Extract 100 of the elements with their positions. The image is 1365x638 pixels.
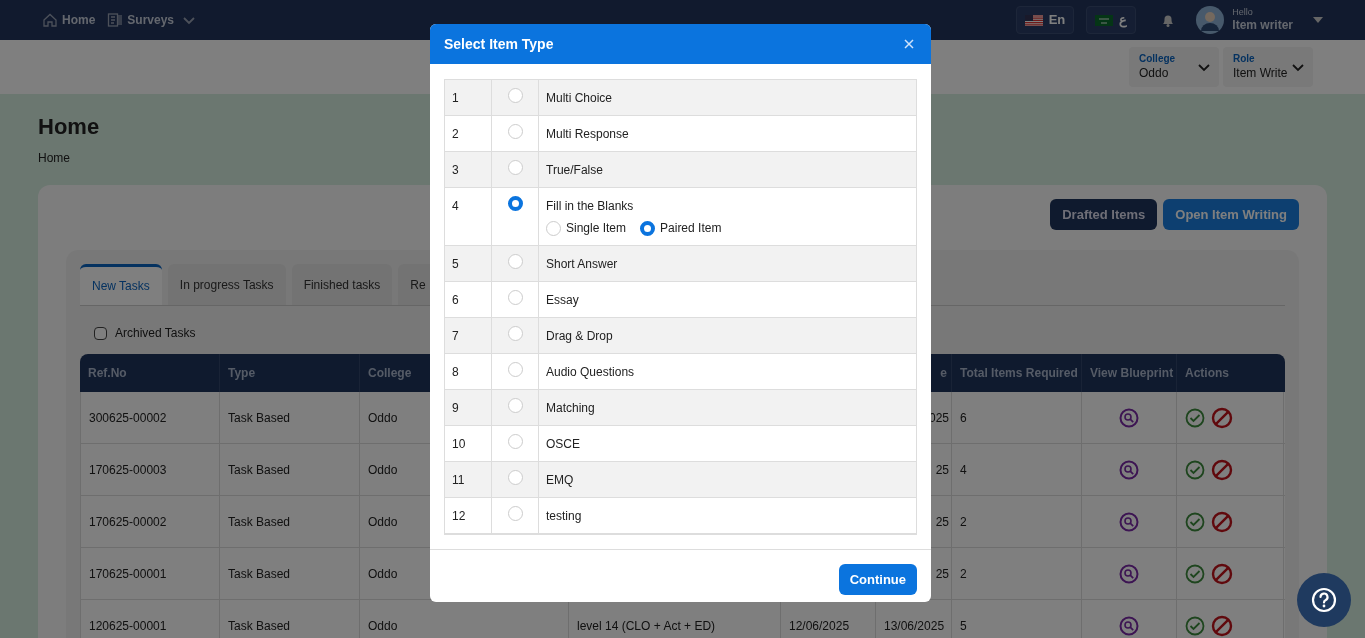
radio-button[interactable] — [640, 220, 656, 236]
search-icon — [1119, 511, 1139, 532]
field-value: Item Write — [1233, 65, 1288, 81]
table-cell-text: 120625-00001 — [89, 617, 167, 635]
radio-button[interactable] — [507, 362, 523, 377]
radio-button[interactable] — [507, 254, 523, 269]
avatar-icon — [1196, 6, 1225, 34]
page-title: Home — [38, 113, 100, 141]
option-label: Audio Questions — [546, 364, 635, 381]
column-header: Actions — [1185, 365, 1229, 382]
option-label: True/False — [546, 162, 603, 179]
option-label: EMQ — [546, 472, 574, 489]
check-circle-icon — [1185, 407, 1205, 428]
action-button[interactable]: Open Item Writing — [1163, 199, 1299, 230]
row-number: 8 — [452, 365, 459, 379]
table-cell-text: 4 — [960, 461, 967, 479]
radio-button[interactable] — [507, 290, 523, 305]
column-header: Type — [228, 365, 256, 382]
row-number: 2 — [452, 127, 459, 141]
nav-link[interactable]: Surveys — [107, 11, 197, 29]
caret-down-icon — [1313, 17, 1323, 23]
option-label: Multi Response — [546, 126, 629, 143]
table-cell-text: level 14 (CLO + Act + ED) — [577, 617, 716, 635]
checkbox[interactable] — [94, 326, 107, 340]
radio-button[interactable] — [507, 470, 523, 485]
help-button[interactable] — [1297, 573, 1351, 627]
table-cell-text: 2 — [960, 565, 967, 583]
check-circle-icon — [1185, 511, 1205, 532]
option-label: Short Answer — [546, 256, 618, 273]
table-cell-text: 5 — [960, 617, 967, 635]
table-cell-text: 25 — [935, 461, 949, 479]
table-cell-text: 13/06/2025 — [884, 617, 945, 635]
action-button[interactable]: Drafted Items — [1050, 199, 1158, 230]
radio-button[interactable] — [507, 88, 523, 103]
help-icon — [1311, 587, 1337, 613]
table-cell-text: Task Based — [228, 409, 291, 427]
tab[interactable]: Finished tasks — [291, 264, 393, 305]
option-label: Drag & Drop — [546, 328, 613, 345]
row-number: 1 — [452, 91, 459, 105]
column-header: College — [368, 365, 412, 382]
table-cell-text: Task Based — [228, 565, 291, 583]
nav-link[interactable]: Home — [42, 11, 96, 29]
row-number: 4 — [452, 199, 459, 213]
us-flag-icon — [1024, 14, 1043, 26]
ban-icon — [1211, 614, 1233, 637]
radio-button[interactable] — [507, 196, 523, 211]
table-cell-text: 170625-00001 — [89, 565, 167, 583]
row-number: 9 — [452, 401, 459, 415]
chevron-down-icon — [1197, 61, 1211, 73]
checkbox-label: Archived Tasks — [115, 325, 196, 342]
table-cell-text: Oddo — [368, 409, 398, 427]
table-cell-text: 6 — [960, 409, 967, 427]
table-cell-text: Task Based — [228, 617, 291, 635]
row-number: 3 — [452, 163, 459, 177]
user-name[interactable]: Item writer — [1232, 18, 1293, 34]
table-cell-text: Oddo — [368, 617, 398, 635]
check-circle-icon — [1185, 563, 1205, 584]
radio-label: Paired Item — [660, 220, 722, 237]
language-button[interactable]: ع — [1086, 6, 1137, 34]
row-number: 12 — [452, 509, 466, 523]
breadcrumb[interactable]: Home — [38, 149, 70, 167]
table-cell-text: 300625-00002 — [89, 409, 167, 427]
table-cell-text: Oddo — [368, 513, 398, 531]
radio-button[interactable] — [507, 160, 523, 175]
radio-button[interactable] — [507, 434, 523, 449]
radio-button[interactable] — [546, 220, 561, 236]
document-icon — [107, 12, 124, 28]
check-circle-icon — [1185, 615, 1205, 636]
dialog-title: Select Item Type — [444, 34, 554, 54]
table-cell-text: 25 — [935, 513, 949, 531]
ban-icon — [1211, 458, 1233, 481]
table-cell-text: Oddo — [368, 565, 398, 583]
table-cell-text: 170625-00002 — [89, 513, 167, 531]
column-header: View Blueprint — [1090, 365, 1174, 382]
option-label: Fill in the Blanks — [546, 198, 634, 215]
tab[interactable]: New Tasks — [80, 264, 162, 305]
table-cell-text: Task Based — [228, 461, 291, 479]
row-number: 11 — [452, 473, 465, 487]
field-label: Role — [1233, 53, 1255, 66]
chevron-down-icon — [1291, 61, 1305, 73]
tab[interactable]: In progress Tasks — [167, 264, 286, 305]
language-button[interactable]: En — [1015, 6, 1075, 34]
column-header: e — [940, 365, 947, 382]
option-label: OSCE — [546, 436, 580, 453]
radio-button[interactable] — [507, 326, 523, 341]
column-header: Ref.No — [88, 365, 127, 382]
radio-button[interactable] — [507, 124, 523, 139]
radio-button[interactable] — [507, 398, 523, 413]
continue-button[interactable]: Continue — [838, 564, 917, 595]
search-icon — [1119, 563, 1139, 584]
close-icon — [904, 39, 914, 49]
home-icon — [42, 12, 58, 28]
column-header: Total Items Required — [960, 365, 1078, 382]
dropdown-select[interactable]: College Oddo — [1129, 47, 1219, 87]
search-icon — [1119, 407, 1139, 428]
radio-label: Single Item — [566, 220, 627, 237]
radio-button[interactable] — [507, 506, 523, 521]
option-label: Matching — [546, 400, 595, 417]
dropdown-select[interactable]: Role Item Write — [1223, 47, 1313, 87]
table-cell-text: 170625-00003 — [89, 461, 167, 479]
